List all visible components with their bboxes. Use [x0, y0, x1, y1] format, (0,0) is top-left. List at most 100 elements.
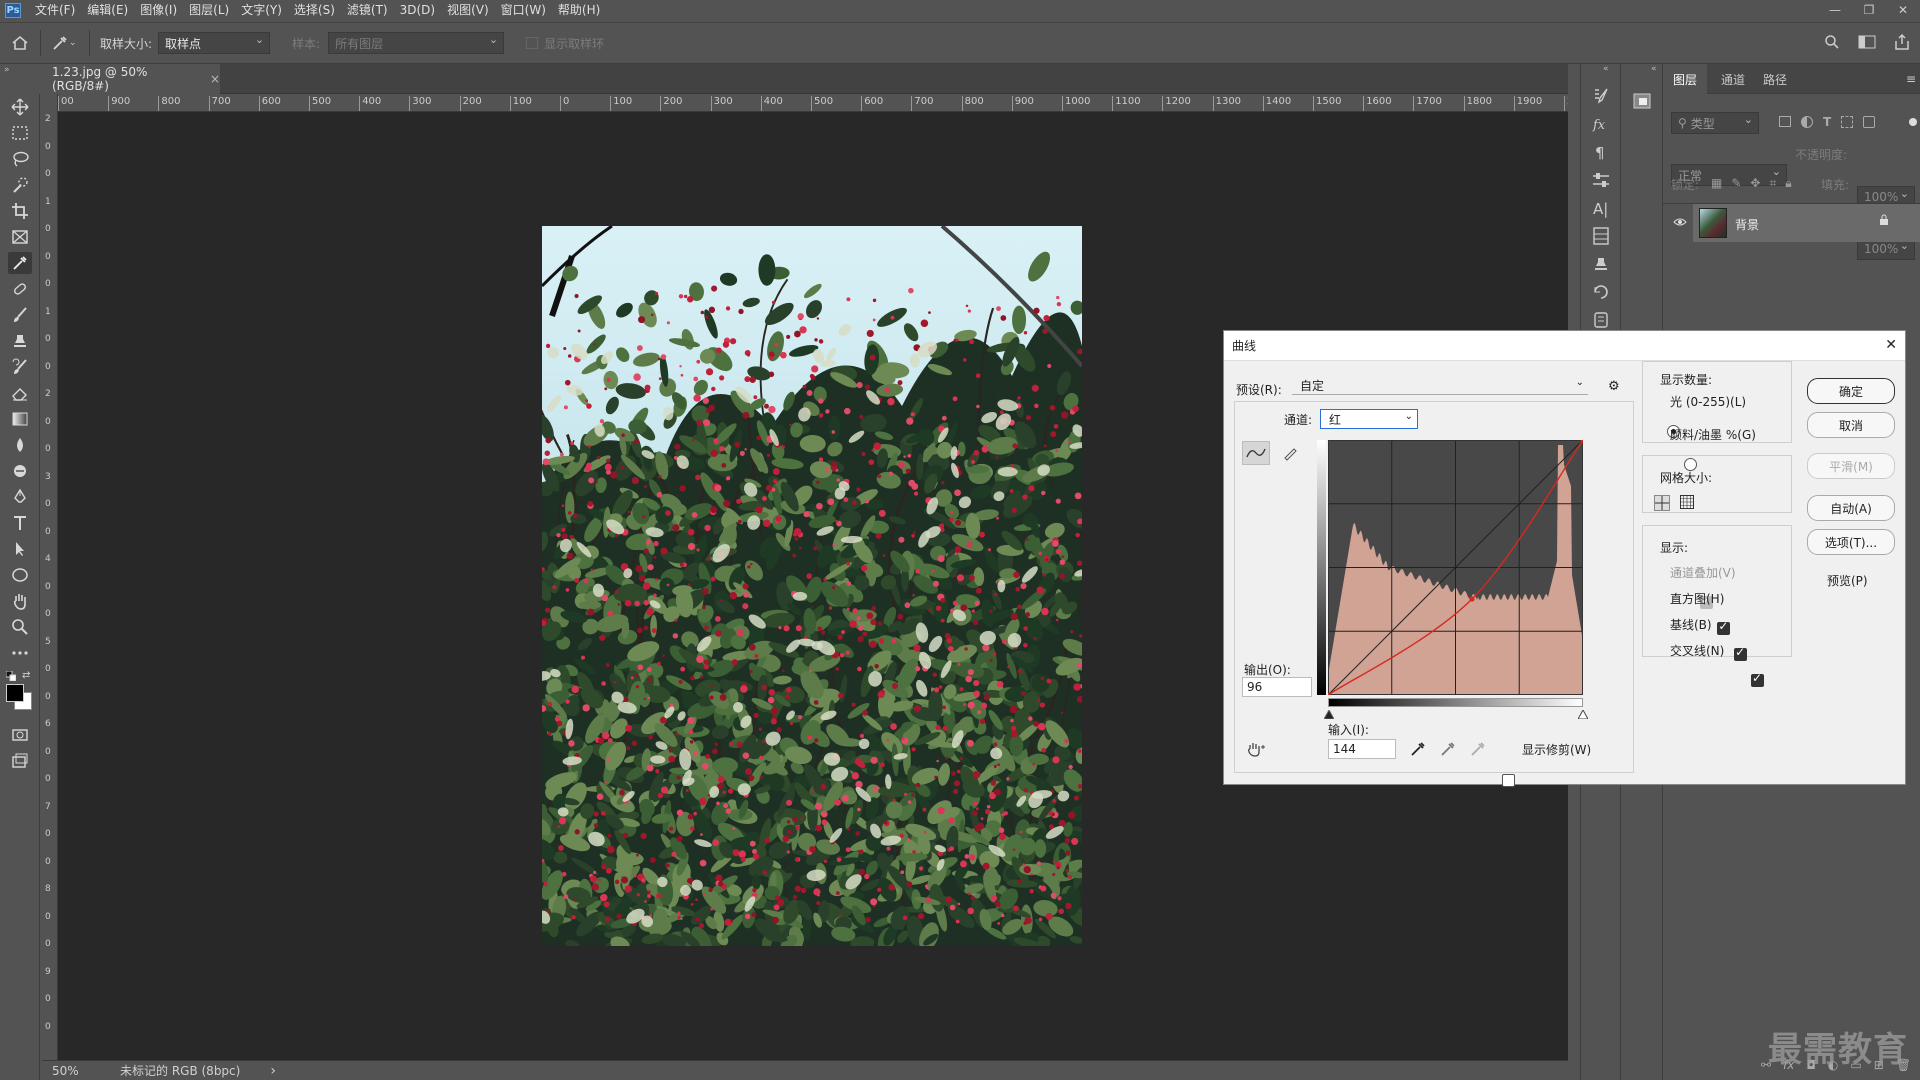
- eyedropper-tool-icon[interactable]: [8, 252, 32, 274]
- detailed-grid-icon[interactable]: [1680, 495, 1696, 511]
- photoshop-logo-icon[interactable]: Ps: [3, 0, 23, 20]
- more-tools-icon[interactable]: [8, 642, 32, 664]
- adjustments-icon[interactable]: [1591, 170, 1611, 193]
- filter-adjust-icon[interactable]: [1801, 116, 1813, 128]
- clone-stamp-tool-icon[interactable]: [8, 330, 32, 352]
- histogram-checkbox[interactable]: [1717, 619, 1731, 635]
- black-point-slider-icon[interactable]: [1323, 708, 1335, 722]
- filter-type-icon[interactable]: T: [1823, 116, 1831, 128]
- lock-position-icon[interactable]: ✥: [1750, 176, 1760, 191]
- preset-gear-icon[interactable]: ⚙: [1608, 379, 1620, 394]
- layer-name[interactable]: 背景: [1735, 216, 1759, 233]
- character-icon[interactable]: A|: [1591, 198, 1611, 221]
- zoom-tool-icon[interactable]: [8, 616, 32, 638]
- curve-point[interactable]: [1469, 596, 1475, 602]
- share-icon[interactable]: [1894, 33, 1910, 54]
- visibility-eye-icon[interactable]: [1673, 216, 1687, 230]
- layer-filter-select[interactable]: ⚲ 类型: [1671, 112, 1759, 134]
- lock-all-icon[interactable]: 🔒︎: [1785, 176, 1791, 191]
- home-icon[interactable]: [0, 23, 40, 63]
- lock-artboard-icon[interactable]: ⌗: [1769, 176, 1776, 191]
- intersection-checkbox[interactable]: [1750, 671, 1764, 687]
- default-colors-icon[interactable]: [5, 670, 17, 682]
- menu-item-10[interactable]: 帮助(H): [552, 0, 606, 20]
- simple-grid-icon[interactable]: [1654, 495, 1670, 511]
- dock-collapse-icon[interactable]: «: [1603, 64, 1609, 74]
- menu-item-4[interactable]: 文字(Y): [235, 0, 288, 20]
- history-icon[interactable]: [1591, 282, 1611, 305]
- libraries-icon[interactable]: [1591, 226, 1611, 249]
- menu-item-6[interactable]: 滤镜(T): [341, 0, 394, 20]
- restore-icon[interactable]: ❐: [1852, 0, 1886, 20]
- blur-tool-icon[interactable]: [8, 434, 32, 456]
- lock-transparent-icon[interactable]: ▦: [1711, 176, 1722, 191]
- gray-eyedropper-icon[interactable]: [1440, 741, 1456, 760]
- type-tool-icon[interactable]: [8, 512, 32, 534]
- lock-image-icon[interactable]: ✎: [1731, 176, 1741, 191]
- menu-item-8[interactable]: 视图(V): [441, 0, 495, 20]
- zoom-level[interactable]: 50%: [52, 1064, 116, 1078]
- navigator-icon[interactable]: [1633, 92, 1651, 113]
- dialog-close-icon[interactable]: ✕: [1885, 337, 1897, 353]
- paragraph-icon[interactable]: ¶: [1591, 142, 1611, 165]
- close-window-icon[interactable]: ✕: [1886, 0, 1920, 20]
- document-tab[interactable]: 1.23.jpg @ 50%(RGB/8#) ×: [42, 64, 220, 94]
- menu-item-3[interactable]: 图层(L): [183, 0, 235, 20]
- filter-shape-icon[interactable]: [1841, 116, 1854, 128]
- document-image[interactable]: [542, 226, 1082, 946]
- panel-menu-icon[interactable]: ≡: [1906, 72, 1916, 86]
- filter-pixel-icon[interactable]: [1779, 116, 1791, 127]
- auto-button[interactable]: 自动(A): [1807, 495, 1895, 521]
- frame-tool-icon[interactable]: [8, 226, 32, 248]
- layer-lock-icon[interactable]: [1879, 214, 1889, 229]
- curve-point-tool-icon[interactable]: [1242, 441, 1270, 465]
- white-eyedropper-icon[interactable]: [1470, 741, 1486, 760]
- ok-button[interactable]: 确定: [1807, 378, 1895, 404]
- tab-channels[interactable]: 通道: [1713, 64, 1753, 94]
- menu-item-5[interactable]: 选择(S): [288, 0, 341, 20]
- curve-pencil-tool-icon[interactable]: [1276, 441, 1304, 465]
- ellipse-tool-icon[interactable]: [8, 564, 32, 586]
- brush-settings-icon[interactable]: [1591, 86, 1611, 109]
- quick-mask-icon[interactable]: [8, 724, 32, 746]
- styles-fx-icon[interactable]: fx: [1591, 114, 1611, 137]
- status-menu-arrow[interactable]: ›: [270, 1063, 276, 1079]
- hand-tool-icon[interactable]: [8, 590, 32, 612]
- baseline-checkbox[interactable]: [1734, 645, 1748, 661]
- swap-colors-icon[interactable]: ⇄: [22, 670, 30, 681]
- panel-collapse-icon[interactable]: «: [1651, 64, 1657, 74]
- filter-smart-icon[interactable]: [1863, 116, 1876, 128]
- marquee-tool-icon[interactable]: [8, 122, 32, 144]
- input-field[interactable]: 144: [1328, 739, 1396, 759]
- minimize-icon[interactable]: —: [1818, 0, 1852, 20]
- eraser-tool-icon[interactable]: [8, 382, 32, 404]
- eyedropper-preset-icon[interactable]: ⌄: [51, 34, 85, 52]
- black-eyedropper-icon[interactable]: [1410, 741, 1426, 760]
- brush-tool-icon[interactable]: [8, 304, 32, 326]
- show-clipping-checkbox[interactable]: [1502, 774, 1515, 787]
- move-tool-icon[interactable]: [8, 96, 32, 118]
- lasso-tool-icon[interactable]: [8, 148, 32, 170]
- target-adjust-hand-icon[interactable]: [1246, 741, 1266, 760]
- menu-item-7[interactable]: 3D(D): [394, 0, 441, 20]
- history-brush-tool-icon[interactable]: [8, 356, 32, 378]
- options-button[interactable]: 选项(T)...: [1807, 529, 1895, 555]
- toolbar-collapse-icon[interactable]: »: [4, 65, 10, 75]
- close-tab-icon[interactable]: ×: [210, 72, 220, 86]
- tab-paths[interactable]: 路径: [1755, 64, 1795, 94]
- search-icon[interactable]: [1824, 34, 1840, 53]
- menu-item-1[interactable]: 编辑(E): [81, 0, 134, 20]
- quick-select-tool-icon[interactable]: [8, 174, 32, 196]
- workspace-icon[interactable]: [1858, 35, 1876, 52]
- path-select-tool-icon[interactable]: [8, 538, 32, 560]
- white-point-slider-icon[interactable]: [1577, 708, 1589, 722]
- menu-item-2[interactable]: 图像(I): [134, 0, 183, 20]
- sample-select[interactable]: 所有图层: [328, 32, 505, 54]
- show-ring-checkbox[interactable]: [526, 37, 539, 49]
- pen-tool-icon[interactable]: [8, 486, 32, 508]
- sample-size-select[interactable]: 取样点: [158, 32, 271, 54]
- healing-brush-tool-icon[interactable]: [8, 278, 32, 300]
- dodge-tool-icon[interactable]: [8, 460, 32, 482]
- smooth-button[interactable]: 平滑(M): [1807, 453, 1895, 479]
- crop-tool-icon[interactable]: [8, 200, 32, 222]
